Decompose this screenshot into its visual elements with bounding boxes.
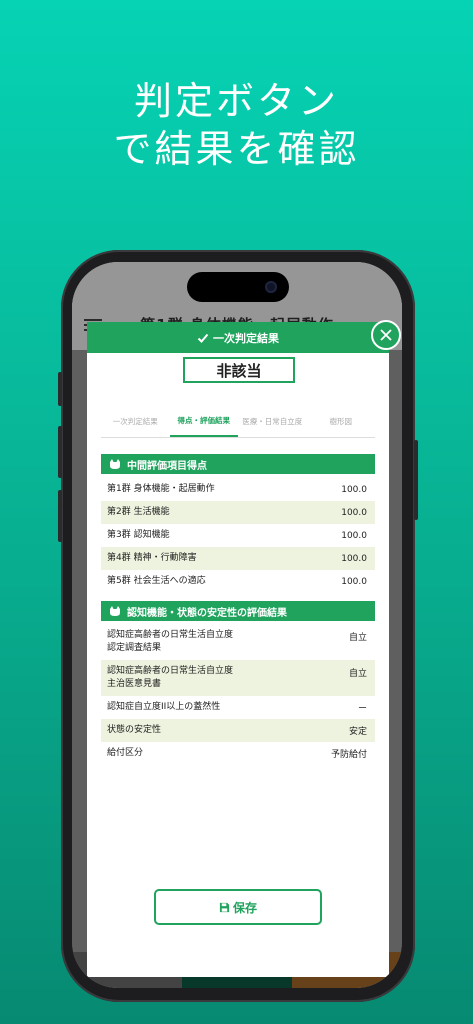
phone-volume-up-button <box>58 426 62 478</box>
score-row: 第3群 認知機能 100.0 <box>101 524 375 547</box>
tab-score-evaluation[interactable]: 得点・評価結果 <box>169 407 238 437</box>
evaluation-row: 認知症高齢者の日常生活自立度 認定調査結果 自立 <box>101 624 375 660</box>
close-icon <box>380 329 392 341</box>
score-label: 第2群 生活機能 <box>107 507 170 517</box>
section-header-cognitive-stability: 認知機能・状態の安定性の評価結果 <box>101 601 375 621</box>
save-button[interactable]: 保存 <box>154 889 322 925</box>
tab-medical-independence[interactable]: 医療・日常自立度 <box>238 407 307 437</box>
section-title: 認知機能・状態の安定性の評価結果 <box>127 607 287 619</box>
section-header-intermediate-scores: 中間評価項目得点 <box>101 454 375 474</box>
check-icon <box>197 333 209 343</box>
score-value: 100.0 <box>341 553 367 564</box>
score-row: 第4群 精神・行動障害 100.0 <box>101 547 375 570</box>
tab-tree-diagram[interactable]: 樹形図 <box>307 407 376 437</box>
phone-volume-down-button <box>58 490 62 542</box>
headline-line-2: で結果を確認 <box>113 127 360 171</box>
modal-header: 一次判定結果 <box>87 322 389 353</box>
intermediate-scores-list: 第1群 身体機能・起居動作 100.0 第2群 生活機能 100.0 第3群 認知機… <box>101 478 375 593</box>
judgement-result-badge: 非該当 <box>183 357 295 383</box>
score-label: 第1群 身体機能・起居動作 <box>107 484 215 494</box>
tab-primary-result[interactable]: 一次判定結果 <box>101 407 170 437</box>
save-label: 保存 <box>232 900 257 915</box>
evaluation-label: 給付区分 <box>107 748 144 758</box>
evaluation-row: 状態の安定性 安定 <box>101 719 375 742</box>
cognitive-stability-list: 認知症高齢者の日常生活自立度 認定調査結果 自立 認知症高齢者の日常生活自立度 主治… <box>101 624 375 765</box>
score-label: 第4群 精神・行動障害 <box>107 553 197 563</box>
dynamic-island <box>187 272 289 302</box>
phone-power-button <box>414 440 418 520</box>
evaluation-sublabel: 認定調査結果 <box>107 643 162 653</box>
score-value: 100.0 <box>341 507 367 518</box>
score-label: 第3群 認知機能 <box>107 530 170 540</box>
evaluation-row: 給付区分 予防給付 <box>101 742 375 765</box>
evaluation-label: 認知症高齢者の日常生活自立度 <box>107 666 234 676</box>
cat-icon <box>110 606 120 616</box>
score-value: 100.0 <box>341 484 367 495</box>
evaluation-label: 状態の安定性 <box>107 725 162 735</box>
score-label: 第5群 社会生活への適応 <box>107 576 206 586</box>
score-row: 第2群 生活機能 100.0 <box>101 501 375 524</box>
cat-icon <box>110 459 120 469</box>
evaluation-sublabel: 主治医意見書 <box>107 679 162 689</box>
score-row: 第5群 社会生活への適応 100.0 <box>101 570 375 593</box>
evaluation-row: 認知症高齢者の日常生活自立度 主治医意見書 自立 <box>101 660 375 696</box>
phone-screen: 第1群 身体機能・起居動作 一次判定結果 非該当 一次判定結果 得点・評価結果 … <box>72 262 402 988</box>
score-value: 100.0 <box>341 530 367 541</box>
score-row: 第1群 身体機能・起居動作 100.0 <box>101 478 375 501</box>
phone-action-button <box>58 372 62 406</box>
evaluation-label: 認知症自立度II以上の蓋然性 <box>107 702 221 712</box>
close-button[interactable] <box>371 320 401 350</box>
score-value: 100.0 <box>341 576 367 587</box>
result-tabs: 一次判定結果 得点・評価結果 医療・日常自立度 樹形図 <box>101 407 375 438</box>
evaluation-value: 予防給付 <box>330 750 367 760</box>
evaluation-value: 自立 <box>348 669 367 679</box>
result-modal: 一次判定結果 非該当 一次判定結果 得点・評価結果 医療・日常自立度 樹形図 中… <box>87 320 401 977</box>
section-title: 中間評価項目得点 <box>127 460 207 472</box>
evaluation-value: ー <box>357 704 367 714</box>
save-icon <box>219 902 230 912</box>
evaluation-value: 安定 <box>348 727 367 737</box>
evaluation-value: 自立 <box>348 633 367 643</box>
camera-icon <box>265 281 277 293</box>
modal-title: 一次判定結果 <box>213 331 279 345</box>
evaluation-row: 認知症自立度II以上の蓋然性 ー <box>101 696 375 719</box>
headline-line-1: 判定ボタン <box>133 79 339 123</box>
evaluation-label: 認知症高齢者の日常生活自立度 <box>107 630 234 640</box>
